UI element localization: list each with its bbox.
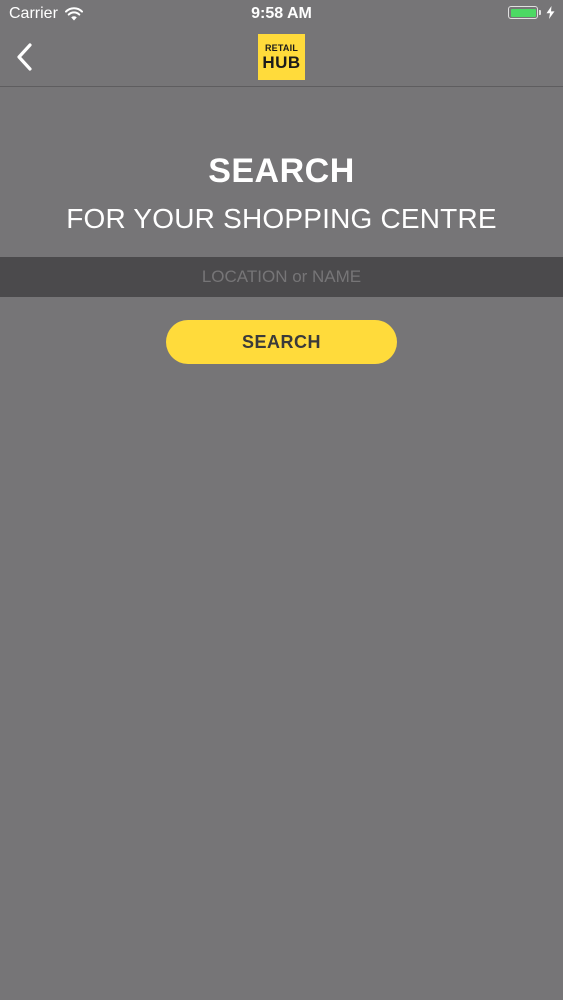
navigation-bar: RETAIL HUB [0, 30, 563, 87]
page-title: SEARCH [208, 152, 355, 190]
logo-text-top: RETAIL [264, 42, 299, 53]
battery-icon [508, 6, 538, 19]
chevron-left-icon [17, 43, 32, 71]
battery-indicator [508, 6, 555, 19]
retail-hub-logo: RETAIL HUB [258, 34, 305, 80]
status-time: 9:58 AM [251, 5, 312, 22]
back-button[interactable] [10, 40, 42, 74]
logo-text-bottom: HUB [262, 52, 301, 72]
status-bar: Carrier 9:58 AM [0, 0, 563, 30]
search-input[interactable] [0, 257, 563, 297]
search-button[interactable]: SEARCH [166, 320, 397, 364]
battery-tip [539, 10, 541, 15]
bolt-icon [546, 6, 555, 19]
page-subtitle: FOR YOUR SHOPPING CENTRE [66, 203, 497, 234]
battery-level [510, 8, 536, 17]
